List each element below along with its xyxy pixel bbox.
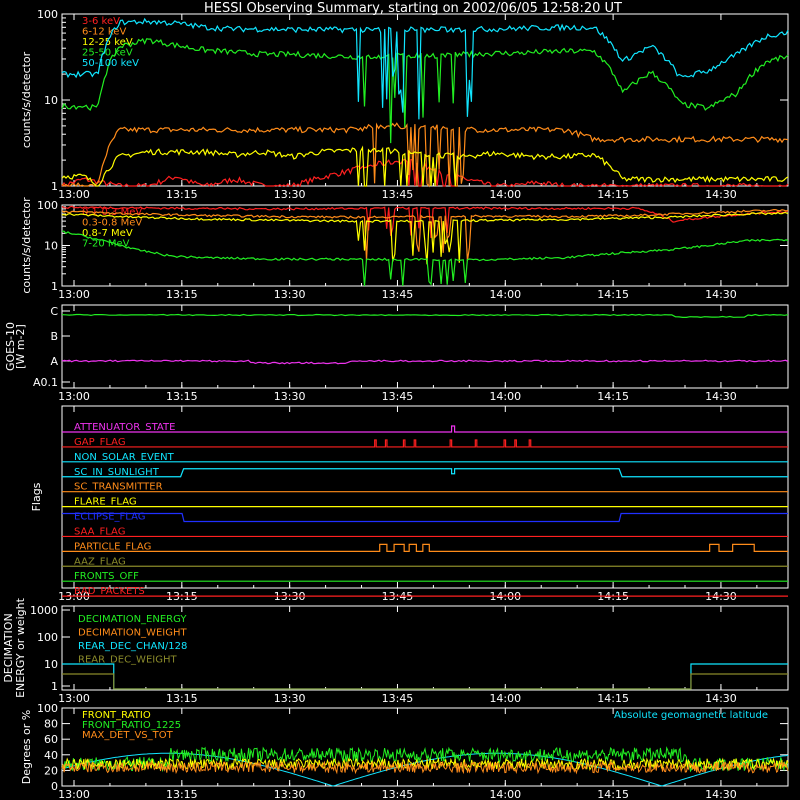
time-tick-label: 14:15 — [597, 288, 629, 301]
time-tick-label: 14:30 — [705, 692, 737, 705]
y-axis-label: Degrees or % — [20, 710, 33, 784]
legend-entry: 0.3-0.8 MeV — [82, 218, 142, 229]
time-tick-label: 13:00 — [58, 288, 90, 301]
y-axis-label: counts/s/detector — [20, 197, 33, 294]
y-axis-label: Flags — [30, 482, 43, 511]
flag-label: GAP_FLAG — [74, 437, 126, 448]
flag-line — [62, 543, 788, 552]
y-tick-label: 10 — [44, 658, 58, 671]
y-axis-label: ENERGY or weight — [14, 597, 27, 697]
y-tick-label: 100 — [37, 8, 58, 21]
y-tick-label: 0 — [51, 780, 58, 793]
y-tick-label: A0.1 — [33, 376, 58, 389]
time-tick-label: 13:30 — [274, 692, 306, 705]
time-tick-label: 13:30 — [274, 188, 306, 201]
time-tick-label: 14:15 — [597, 390, 629, 403]
time-tick-label: 13:15 — [166, 692, 198, 705]
y-tick-label: A — [50, 355, 58, 368]
time-tick-label: 14:15 — [597, 188, 629, 201]
y-tick-label: 100 — [37, 702, 58, 715]
flag-label: SC_TRANSMITTER — [74, 482, 163, 493]
series-line — [61, 145, 789, 187]
legend-entry: MAX_DET_VS_TOT — [82, 730, 174, 741]
y-tick-label: B — [50, 330, 58, 343]
flag-label: ATTENUATOR_STATE — [74, 422, 175, 433]
y-tick-label: 100 — [37, 199, 58, 212]
y-tick-label: 1000 — [30, 604, 58, 617]
time-tick-label: 13:00 — [58, 390, 90, 403]
y-axis-label: [W m-2] — [14, 324, 27, 369]
y-tick-label: 10 — [44, 94, 58, 107]
time-tick-label: 13:00 — [58, 188, 90, 201]
series-line — [61, 359, 789, 365]
legend-entry: DECIMATION_WEIGHT — [78, 628, 187, 639]
time-tick-label: 13:00 — [58, 788, 90, 800]
y-tick-label: 1 — [51, 680, 58, 693]
time-tick-label: 14:00 — [489, 390, 521, 403]
panels: 13:00 13:15 13:30 13:45 14:00 14:15 14:30 count… — [2, 8, 789, 800]
series-line — [62, 673, 788, 690]
time-tick-label: 13:30 — [274, 288, 306, 301]
series-line — [61, 752, 789, 787]
legend-entry: DECIMATION_ENERGY — [78, 614, 187, 625]
time-tick-label: 14:00 — [489, 788, 521, 800]
series-line — [62, 663, 788, 690]
legend-entry: REAR_DEC_CHAN/128 — [78, 641, 187, 652]
time-tick-label: 13:15 — [166, 788, 198, 800]
time-tick-label: 13:15 — [166, 390, 198, 403]
time-tick-label: 13:45 — [382, 288, 414, 301]
time-tick-label: 14:15 — [597, 692, 629, 705]
time-tick-label: 14:30 — [705, 188, 737, 201]
y-tick-label: 1 — [51, 180, 58, 193]
flag-label: FRONTS_OFF — [74, 571, 139, 582]
legend-entry: 50-100 keV — [82, 58, 139, 69]
flag-line — [62, 512, 788, 523]
time-tick-label: 14:00 — [489, 188, 521, 201]
legend-entry: 7-20 MeV — [82, 239, 130, 250]
legend-entry: 25-50 keV — [82, 48, 133, 59]
time-tick-label: 14:30 — [705, 788, 737, 800]
flag-label: PARTICLE_FLAG — [74, 541, 151, 552]
time-tick-label: 14:15 — [597, 788, 629, 800]
time-tick-label: 14:30 — [705, 390, 737, 403]
series-line — [61, 760, 789, 775]
time-tick-label: 14:00 — [489, 288, 521, 301]
y-axis-label: counts/s/detector — [20, 51, 33, 148]
time-tick-label: 13:15 — [166, 288, 198, 301]
time-tick-label: 13:45 — [382, 390, 414, 403]
flag-label: NON_SOLAR_EVENT — [74, 452, 175, 463]
y-tick-label: 100 — [37, 631, 58, 644]
y-tick-label: C — [50, 305, 58, 318]
chart-annotation: Absolute geomagnetic latitude — [614, 710, 768, 721]
y-tick-label: 80 — [44, 718, 58, 731]
y-tick-label: 1 — [51, 280, 58, 293]
flag-label: AAZ_FLAG — [74, 556, 126, 567]
time-tick-label: 13:00 — [58, 692, 90, 705]
time-tick-label: 14:00 — [489, 692, 521, 705]
flag-line — [62, 468, 788, 478]
time-tick-label: 13:45 — [382, 692, 414, 705]
legend-entry: 6-12 keV — [82, 27, 126, 38]
time-tick-label: 14:30 — [705, 288, 737, 301]
flag-label: ECLIPSE_FLAG — [74, 512, 145, 523]
flag-label: SAA_FLAG — [74, 526, 125, 537]
y-tick-label: 60 — [44, 733, 58, 746]
flag-line — [62, 439, 788, 448]
y-tick-label: 20 — [44, 764, 58, 777]
flag-label: BAD_PACKETS — [74, 586, 145, 597]
time-tick-label: 13:45 — [382, 788, 414, 800]
y-tick-label: 10 — [44, 240, 58, 253]
observing-summary-figure: HESSI Observing Summary, starting on 200… — [2, 1, 789, 800]
panel-frame — [61, 405, 789, 589]
time-tick-label: 13:30 — [274, 788, 306, 800]
time-tick-label: 13:45 — [382, 188, 414, 201]
time-tick-label: 13:15 — [166, 188, 198, 201]
time-tick-label: 13:30 — [274, 390, 306, 403]
flag-label: FLARE_FLAG — [74, 497, 137, 508]
legend-entry: 3-6 keV — [82, 16, 120, 27]
series-line — [61, 205, 789, 238]
y-tick-label: 40 — [44, 749, 58, 762]
series-line — [61, 313, 789, 319]
flag-label: SC_IN_SUNLIGHT — [74, 467, 160, 478]
